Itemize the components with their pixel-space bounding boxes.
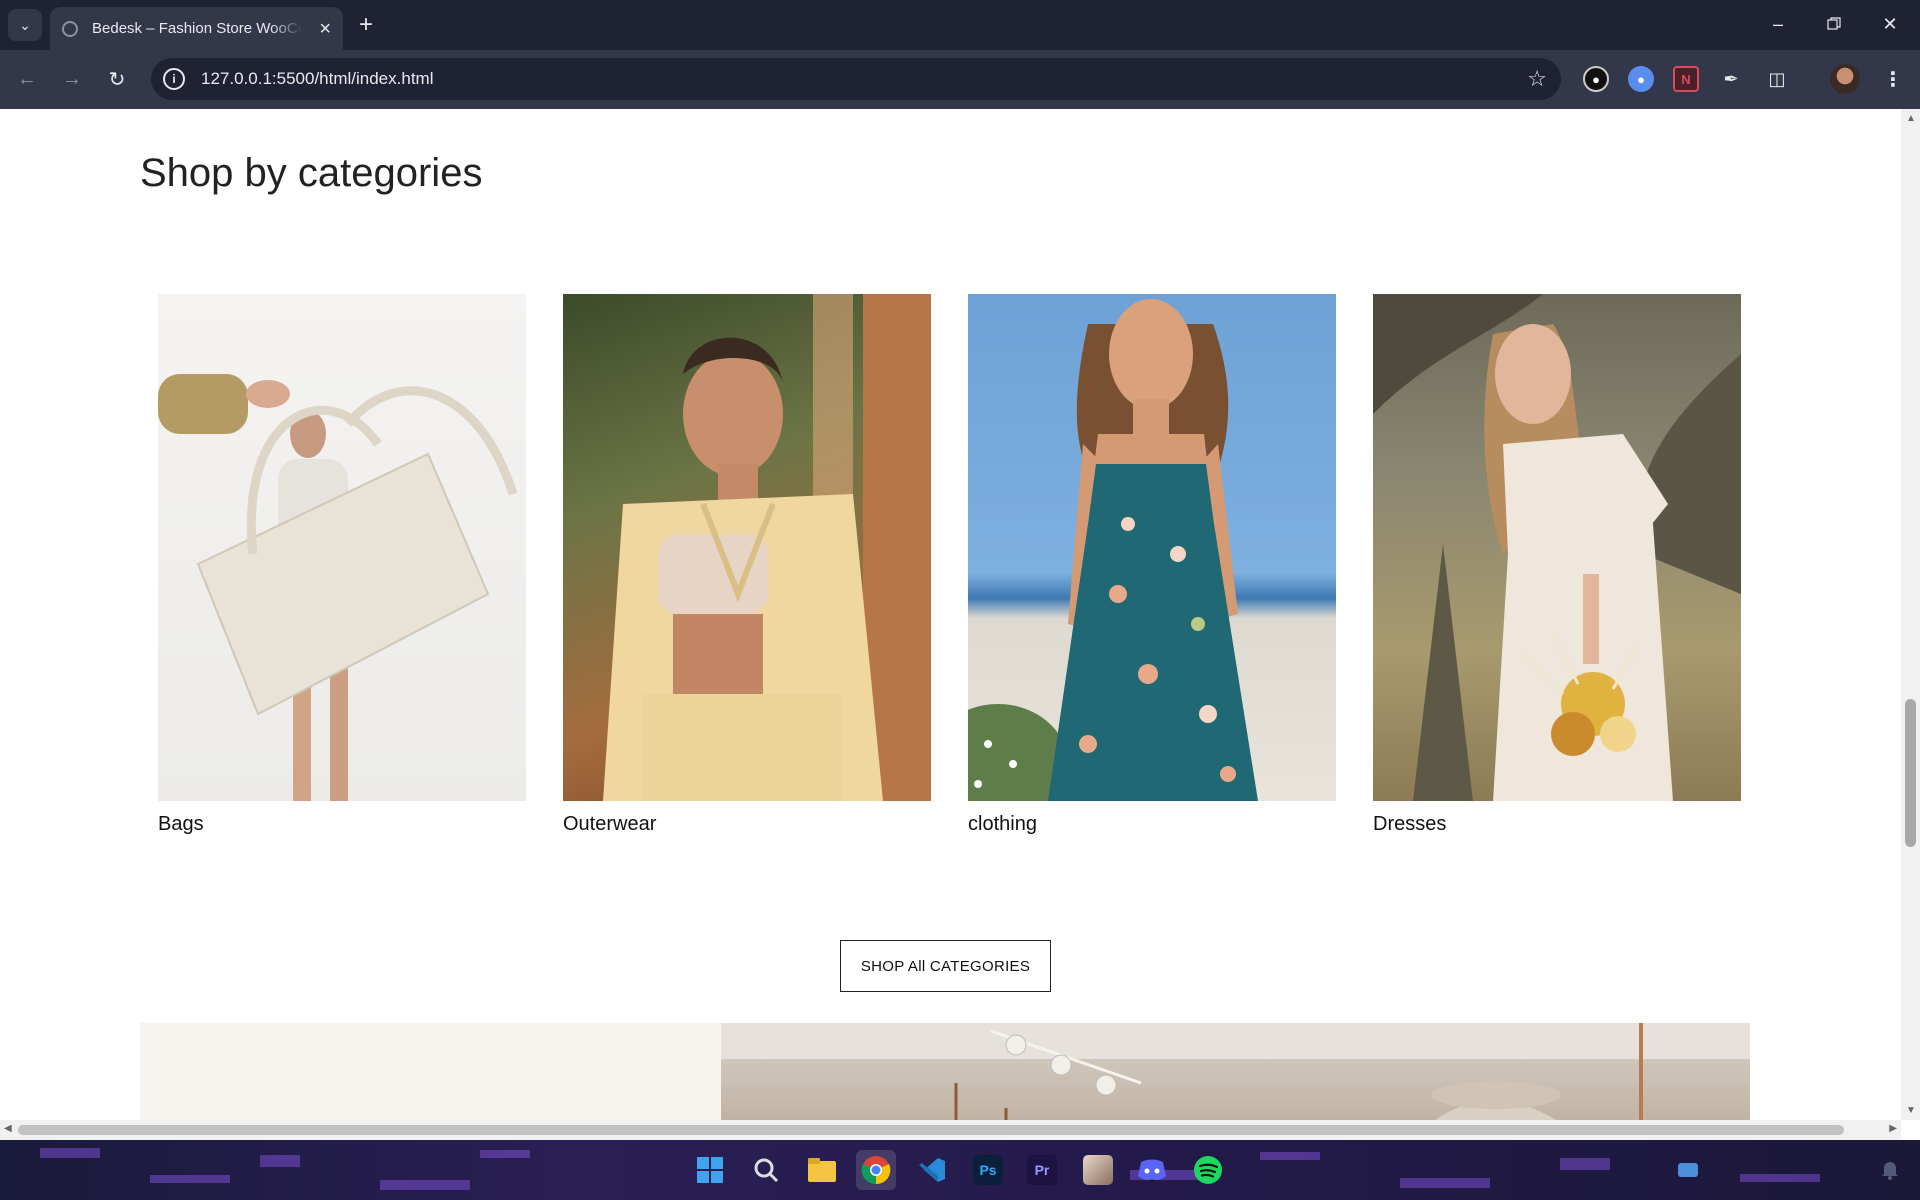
category-card-dresses[interactable]: Dresses <box>1373 294 1741 836</box>
tab-title: Bedesk – Fashion Store WooCommerce <box>92 20 302 37</box>
category-image-bags[interactable] <box>158 294 526 801</box>
notification-bell-icon[interactable] <box>1870 1150 1910 1190</box>
globe-icon <box>62 20 78 37</box>
category-card-outerwear[interactable]: Outerwear <box>563 294 931 836</box>
category-image-outerwear[interactable] <box>563 294 931 801</box>
extension-2-icon[interactable]: ● <box>1628 66 1654 92</box>
browser-toolbar: ← → ↻ i 127.0.0.1:5500/html/index.html ☆… <box>0 50 1920 109</box>
vertical-scroll-thumb[interactable] <box>1905 699 1916 847</box>
close-tab-icon[interactable]: × <box>319 19 331 39</box>
category-label-dresses[interactable]: Dresses <box>1373 813 1741 836</box>
section-title: Shop by categories <box>140 151 483 195</box>
vscode-icon[interactable] <box>912 1150 952 1190</box>
category-card-clothing[interactable]: clothing <box>968 294 1336 836</box>
back-arrow-icon[interactable]: ← <box>11 63 43 95</box>
discord-icon[interactable] <box>1132 1150 1172 1190</box>
category-image-dresses[interactable] <box>1373 294 1741 801</box>
close-window-icon[interactable]: ✕ <box>1870 8 1910 40</box>
minimize-icon[interactable]: – <box>1758 8 1798 40</box>
forward-arrow-icon[interactable]: → <box>56 63 88 95</box>
extensions-puzzle-icon[interactable]: ◫ <box>1764 66 1790 92</box>
restore-icon[interactable] <box>1814 8 1854 40</box>
address-bar[interactable]: i 127.0.0.1:5500/html/index.html ☆ <box>151 58 1561 100</box>
category-label-outerwear[interactable]: Outerwear <box>563 813 931 836</box>
eyedropper-icon[interactable]: ✒ <box>1718 66 1744 92</box>
shop-all-categories-button[interactable]: SHOP All CATEGORIES <box>840 940 1051 992</box>
premiere-icon[interactable]: Pr <box>1022 1150 1062 1190</box>
menu-kebab-icon[interactable]: ⋮ <box>1880 66 1906 92</box>
reload-icon[interactable]: ↻ <box>101 63 133 95</box>
spotify-icon[interactable] <box>1188 1150 1228 1190</box>
extension-1-icon[interactable]: ● <box>1583 66 1609 92</box>
scroll-left-arrow-icon[interactable]: ◀ <box>4 1123 12 1134</box>
photoshop-icon[interactable]: Ps <box>968 1150 1008 1190</box>
bookmark-star-icon[interactable]: ☆ <box>1527 66 1547 92</box>
category-label-bags[interactable]: Bags <box>158 813 526 836</box>
horizontal-scroll-thumb[interactable] <box>18 1125 1844 1135</box>
chrome-icon[interactable] <box>856 1150 896 1190</box>
tray-app-icon[interactable] <box>1668 1150 1708 1190</box>
site-info-icon[interactable]: i <box>163 68 185 90</box>
category-card-bags[interactable]: Bags <box>158 294 526 836</box>
page-viewport: Shop by categories Bags Outerwear clothi… <box>0 109 1901 1120</box>
active-tab[interactable]: Bedesk – Fashion Store WooCommerce × <box>50 7 343 50</box>
search-icon[interactable] <box>746 1150 786 1190</box>
scroll-right-arrow-icon[interactable]: ▶ <box>1889 1123 1897 1134</box>
category-image-clothing[interactable] <box>968 294 1336 801</box>
tab-search-chevron-icon[interactable]: ⌄ <box>8 9 42 41</box>
extension-3-icon[interactable]: N <box>1673 66 1699 92</box>
file-explorer-icon[interactable] <box>802 1150 842 1190</box>
vertical-scrollbar[interactable]: ▲ ▼ <box>1901 109 1920 1120</box>
promo-banner-image <box>721 1023 1750 1120</box>
horizontal-scrollbar[interactable]: ◀ ▶ <box>0 1120 1901 1140</box>
browser-tab-bar: ⌄ Bedesk – Fashion Store WooCommerce × +… <box>0 0 1920 50</box>
scroll-up-arrow-icon[interactable]: ▲ <box>1906 113 1916 124</box>
url-text[interactable]: 127.0.0.1:5500/html/index.html <box>201 69 433 89</box>
promo-banner-left <box>140 1023 721 1120</box>
app-avatar-icon[interactable] <box>1078 1150 1118 1190</box>
category-label-clothing[interactable]: clothing <box>968 813 1336 836</box>
scroll-down-arrow-icon[interactable]: ▼ <box>1906 1105 1916 1116</box>
windows-start-icon[interactable] <box>690 1150 730 1190</box>
profile-avatar[interactable] <box>1830 64 1860 94</box>
windows-taskbar: Ps Pr <box>0 1140 1920 1200</box>
new-tab-button[interactable]: + <box>352 11 380 39</box>
